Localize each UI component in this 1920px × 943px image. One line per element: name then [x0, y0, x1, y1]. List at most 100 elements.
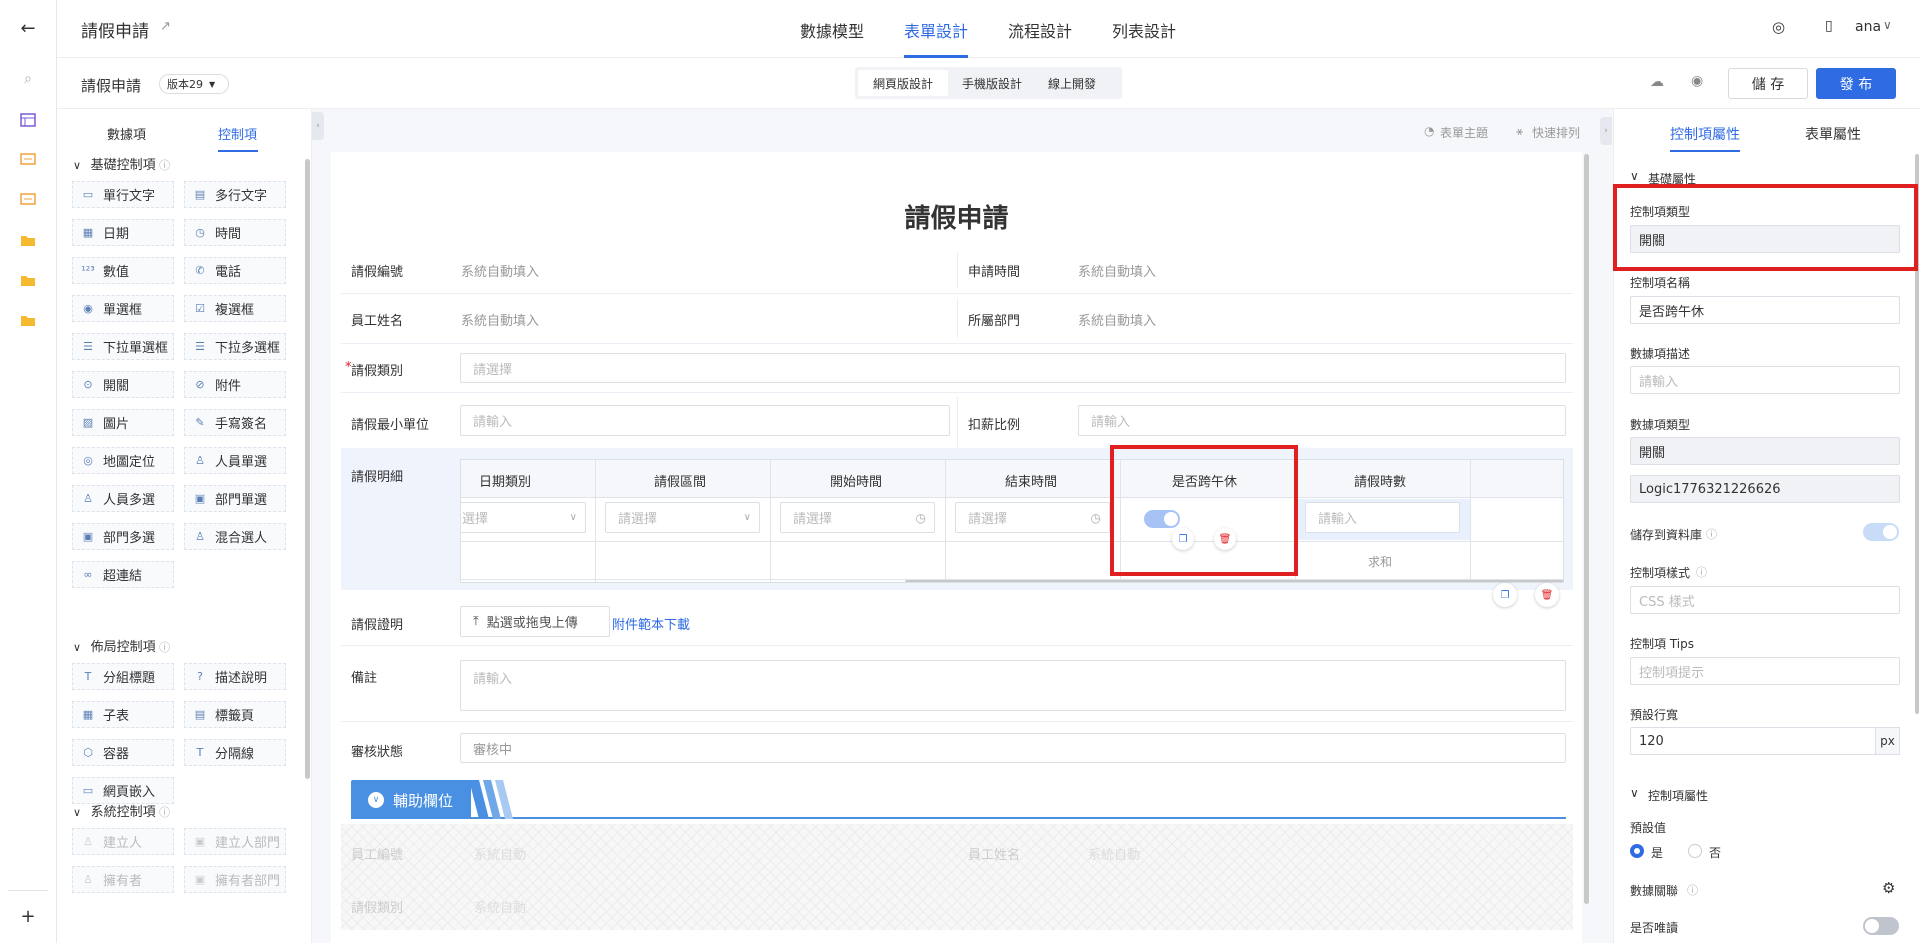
help-icon[interactable]: ⓘ: [156, 806, 170, 819]
remark-textarea[interactable]: 請輸入: [460, 660, 1566, 711]
tab-list-design[interactable]: 列表設計: [1112, 18, 1176, 42]
store-db-switch[interactable]: [1863, 523, 1899, 541]
version-select[interactable]: 版本29 ▼: [159, 74, 229, 94]
control-item[interactable]: ◉ 單選框: [72, 295, 174, 322]
mode-mobile[interactable]: 手機版設計: [962, 75, 1022, 92]
deduct-input[interactable]: 請輸入: [1078, 405, 1566, 436]
chevron-down-icon[interactable]: ∨: [368, 792, 384, 808]
control-item[interactable]: ¹²³ 數值: [72, 257, 174, 284]
tab-data-items[interactable]: 數據項: [107, 124, 146, 143]
cloud-upload-icon[interactable]: ☁: [1650, 74, 1664, 90]
book-icon[interactable]: ▯: [1825, 18, 1833, 34]
date-type-select[interactable]: 選擇 ∨: [461, 502, 586, 533]
scrollbar[interactable]: [305, 159, 310, 779]
min-unit-input[interactable]: 請輸入: [460, 405, 950, 436]
start-time-select[interactable]: 請選擇 ◷: [780, 502, 935, 533]
control-item[interactable]: ▣ 部門多選: [72, 523, 174, 550]
form-icon[interactable]: [20, 152, 36, 168]
tab-form-design[interactable]: 表單設計: [904, 18, 968, 42]
tab-control-props[interactable]: 控制項屬性: [1670, 124, 1740, 144]
tab-form-props[interactable]: 表單屬性: [1805, 124, 1861, 144]
help-icon[interactable]: ⓘ: [1696, 564, 1707, 580]
folder-icon[interactable]: [20, 312, 36, 328]
control-item[interactable]: T 分組標題: [72, 663, 174, 690]
tab-data-model[interactable]: 數據模型: [800, 18, 864, 42]
control-item[interactable]: ♙ 擁有者: [72, 866, 174, 893]
eye-icon[interactable]: ◉: [1691, 73, 1703, 89]
folder-icon[interactable]: [20, 232, 36, 248]
radio-yes-label[interactable]: 是: [1651, 844, 1663, 861]
radio-no[interactable]: [1688, 844, 1702, 858]
delete-icon[interactable]: 🗑: [1535, 583, 1559, 607]
section-header[interactable]: ∨ 系統控制項 ⓘ: [73, 801, 170, 820]
control-item[interactable]: ✆ 電話: [184, 257, 286, 284]
control-item[interactable]: ☰ 下拉多選框: [184, 333, 286, 360]
collapse-right-handle[interactable]: ›: [1600, 117, 1612, 145]
control-item[interactable]: ▣ 擁有者部門: [184, 866, 286, 893]
hours-input[interactable]: 請輸入: [1305, 502, 1460, 533]
control-item[interactable]: ▦ 子表: [72, 701, 174, 728]
section-header[interactable]: ∨ 基礎控制項 ⓘ: [73, 154, 170, 173]
help-icon[interactable]: ⓘ: [156, 641, 170, 654]
canvas-scrollbar[interactable]: [1584, 154, 1589, 904]
chevron-down-icon[interactable]: ∨: [1630, 786, 1639, 800]
tab-flow-design[interactable]: 流程設計: [1008, 18, 1072, 42]
control-item[interactable]: ♙ 人員單選: [184, 447, 286, 474]
publish-button[interactable]: 發 布: [1816, 68, 1896, 99]
control-item[interactable]: ? 描述說明: [184, 663, 286, 690]
control-item[interactable]: ∞ 超連結: [72, 561, 174, 588]
form-theme-button[interactable]: 表單主題: [1440, 124, 1488, 141]
control-item[interactable]: ▣ 部門單選: [184, 485, 286, 512]
upload-button[interactable]: ⤒ 點選或拖曳上傳: [460, 606, 610, 637]
control-item[interactable]: ▨ 圖片: [72, 409, 174, 436]
mode-online-dev[interactable]: 線上開發: [1048, 75, 1096, 92]
control-item[interactable]: ◷ 時間: [184, 219, 286, 246]
data-desc-input[interactable]: 請輸入: [1630, 366, 1900, 394]
control-item[interactable]: ▭ 單行文字: [72, 181, 174, 208]
help-icon[interactable]: ⓘ: [1706, 526, 1717, 542]
help-icon[interactable]: ⓘ: [1687, 882, 1698, 898]
search-icon[interactable]: ⌕: [20, 71, 36, 87]
chevron-down-icon[interactable]: ∨: [1883, 18, 1892, 32]
control-item[interactable]: ♙ 人員多選: [72, 485, 174, 512]
control-item[interactable]: ♙ 建立人: [72, 828, 174, 855]
folder-icon[interactable]: [20, 272, 36, 288]
range-select[interactable]: 請選擇 ∨: [605, 502, 760, 533]
radio-no-label[interactable]: 否: [1709, 844, 1721, 861]
width-input[interactable]: 120: [1630, 727, 1876, 755]
end-time-select[interactable]: 請選擇 ◷: [955, 502, 1110, 533]
control-item[interactable]: ♙ 混合選人: [184, 523, 286, 550]
collapse-left-handle[interactable]: ‹: [312, 112, 324, 140]
control-item[interactable]: ⊘ 附件: [184, 371, 286, 398]
control-item[interactable]: ☑ 複選框: [184, 295, 286, 322]
control-item[interactable]: ▭ 網頁嵌入: [72, 777, 174, 804]
readonly-switch[interactable]: [1863, 917, 1899, 935]
quick-arrange-button[interactable]: 快速排列: [1532, 124, 1580, 141]
subtable-scrollbar[interactable]: [905, 580, 1563, 582]
control-item[interactable]: ⊙ 開關: [72, 371, 174, 398]
chevron-down-icon[interactable]: ∨: [1630, 169, 1639, 183]
status-input[interactable]: 審核中: [460, 733, 1566, 763]
form-icon[interactable]: [20, 192, 36, 208]
control-item[interactable]: ▣ 建立人部門: [184, 828, 286, 855]
template-download-link[interactable]: 附件範本下載: [612, 614, 690, 633]
user-name[interactable]: ana: [1855, 19, 1881, 35]
control-item[interactable]: ▦ 日期: [72, 219, 174, 246]
control-item[interactable]: ☰ 下拉單選框: [72, 333, 174, 360]
control-item[interactable]: ◎ 地圖定位: [72, 447, 174, 474]
save-button[interactable]: 儲 存: [1728, 68, 1808, 99]
control-name-input[interactable]: 是否跨午休: [1630, 296, 1900, 324]
table-icon[interactable]: [20, 112, 36, 128]
section-header[interactable]: ∨ 佈局控制項 ⓘ: [73, 636, 170, 655]
mode-web[interactable]: 網頁版設計: [873, 75, 933, 92]
css-style-input[interactable]: CSS 樣式: [1630, 586, 1900, 614]
control-item[interactable]: ⬡ 容器: [72, 739, 174, 766]
plus-icon[interactable]: +: [20, 906, 36, 927]
tab-controls[interactable]: 控制項: [218, 124, 257, 143]
back-arrow-icon[interactable]: ←: [20, 18, 36, 39]
headset-icon[interactable]: ◎: [1772, 18, 1785, 36]
control-item[interactable]: T 分隔線: [184, 739, 286, 766]
control-item[interactable]: ▤ 多行文字: [184, 181, 286, 208]
magic-wand-icon[interactable]: ⚹: [1516, 124, 1523, 139]
help-icon[interactable]: ⓘ: [156, 159, 170, 172]
